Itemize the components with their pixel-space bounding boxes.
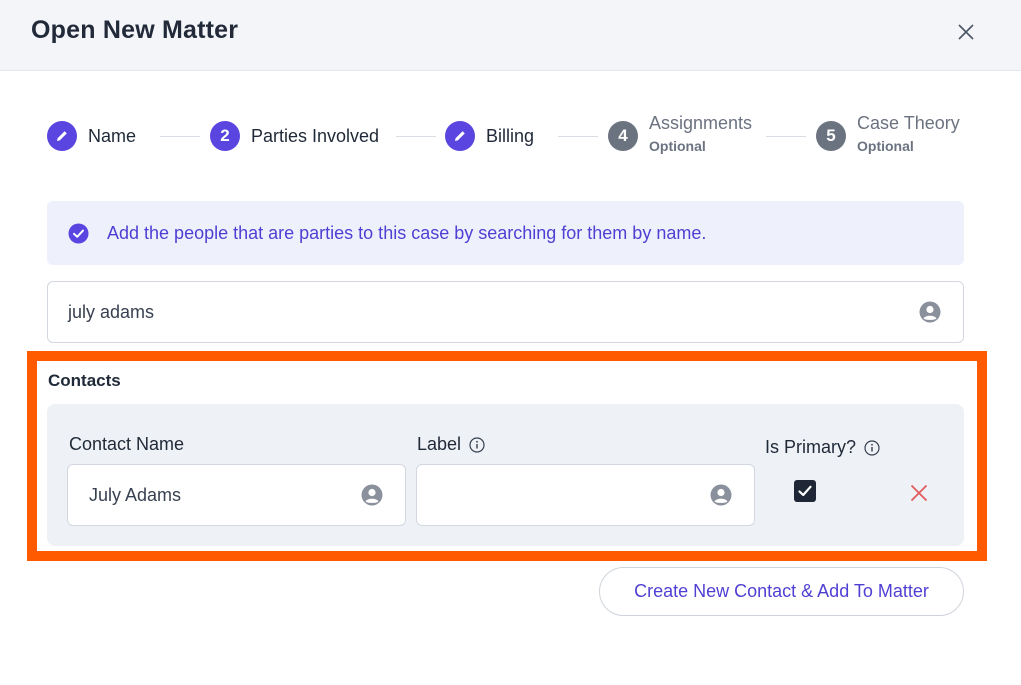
step-label: Billing: [486, 125, 535, 146]
create-contact-button[interactable]: Create New Contact & Add To Matter: [599, 567, 964, 616]
contact-name-value: July Adams: [89, 484, 182, 505]
is-primary-text: Is Primary?: [765, 437, 857, 457]
is-primary-label: Is Primary?: [765, 437, 880, 458]
pencil-icon: [445, 121, 475, 151]
modal-header: Open New Matter: [0, 0, 1021, 71]
contact-name-field[interactable]: July Adams: [67, 464, 406, 526]
step-label: Name: [88, 125, 137, 146]
close-button[interactable]: [952, 18, 980, 46]
party-search-input[interactable]: july adams: [47, 281, 964, 343]
step-sublabel: Optional: [649, 138, 706, 154]
step-connector: [396, 136, 436, 137]
step-number: 4: [608, 120, 638, 151]
step-billing[interactable]: Billing: [445, 121, 534, 151]
contacts-heading: Contacts: [48, 371, 121, 390]
step-label: Case Theory: [857, 113, 960, 133]
person-icon: [919, 301, 941, 323]
step-number: 2: [210, 121, 240, 151]
step-number: 5: [816, 120, 846, 151]
contact-name-label: Contact Name: [69, 434, 184, 455]
info-icon[interactable]: [469, 436, 485, 453]
label-column-text: Label: [417, 434, 462, 454]
step-case-theory[interactable]: 5 Case Theory Optional: [816, 113, 960, 154]
step-sublabel: Optional: [857, 138, 914, 154]
is-primary-checkbox[interactable]: [794, 480, 816, 502]
person-icon: [361, 484, 383, 506]
pencil-icon: [47, 121, 77, 151]
step-name[interactable]: Name: [47, 121, 136, 151]
info-banner: Add the people that are parties to this …: [47, 201, 964, 265]
label-column-label: Label: [417, 434, 485, 455]
step-connector: [766, 136, 806, 137]
modal-title: Open New Matter: [31, 16, 239, 44]
step-connector: [160, 136, 200, 137]
contact-label-field[interactable]: [416, 464, 755, 526]
checkmark-icon: [798, 485, 812, 497]
step-assignments[interactable]: 4 Assignments Optional: [608, 113, 752, 154]
contact-name-label-text: Contact Name: [69, 434, 185, 454]
info-icon[interactable]: [864, 439, 880, 456]
search-value: july adams: [68, 301, 155, 322]
step-connector: [558, 136, 598, 137]
remove-contact-button[interactable]: [906, 480, 932, 506]
info-text: Add the people that are parties to this …: [107, 222, 707, 243]
step-parties-involved[interactable]: 2 Parties Involved: [210, 121, 379, 151]
check-circle-icon: [68, 223, 89, 243]
close-icon: [910, 484, 928, 502]
person-icon: [710, 484, 732, 506]
step-label: Assignments: [649, 113, 753, 133]
close-icon: [958, 24, 974, 40]
step-label: Parties Involved: [251, 125, 380, 146]
